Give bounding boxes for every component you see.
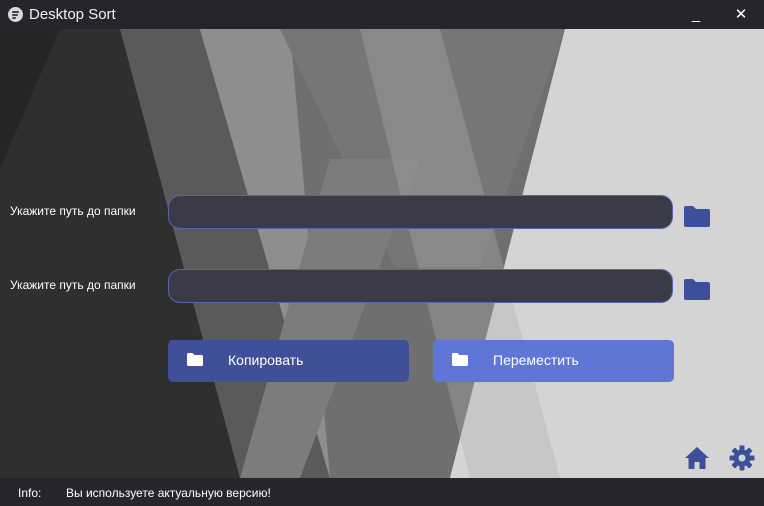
background-artwork (0, 29, 764, 478)
destination-path-input[interactable] (168, 269, 673, 303)
close-button[interactable]: ✕ (726, 0, 756, 29)
title-bar: Desktop Sort _ ✕ (0, 0, 764, 29)
folder-icon (187, 353, 203, 366)
main-panel: Укажите путь до папки Укажите путь до па… (0, 29, 764, 478)
gear-icon[interactable] (729, 445, 755, 471)
status-label: Info: (18, 486, 42, 500)
move-button-label: Переместить (493, 352, 579, 368)
source-path-input[interactable] (168, 195, 673, 229)
app-logo-icon (8, 7, 23, 22)
status-bar: Info: Вы используете актуальную версию! (0, 478, 764, 506)
destination-path-label: Укажите путь до папки (10, 278, 136, 292)
status-message: Вы используете актуальную версию! (66, 486, 271, 500)
destination-browse-folder-icon[interactable] (684, 278, 710, 300)
source-path-label: Укажите путь до папки (10, 204, 136, 218)
app-window: Desktop Sort _ ✕ Укажите путь до папки У… (0, 0, 764, 506)
move-button[interactable]: Переместить (433, 340, 674, 382)
folder-icon (452, 353, 468, 366)
minimize-button[interactable]: _ (681, 0, 711, 29)
source-browse-folder-icon[interactable] (684, 205, 710, 227)
home-icon[interactable] (684, 445, 710, 471)
copy-button[interactable]: Копировать (168, 340, 409, 382)
window-title: Desktop Sort (29, 6, 116, 23)
copy-button-label: Копировать (228, 352, 304, 368)
